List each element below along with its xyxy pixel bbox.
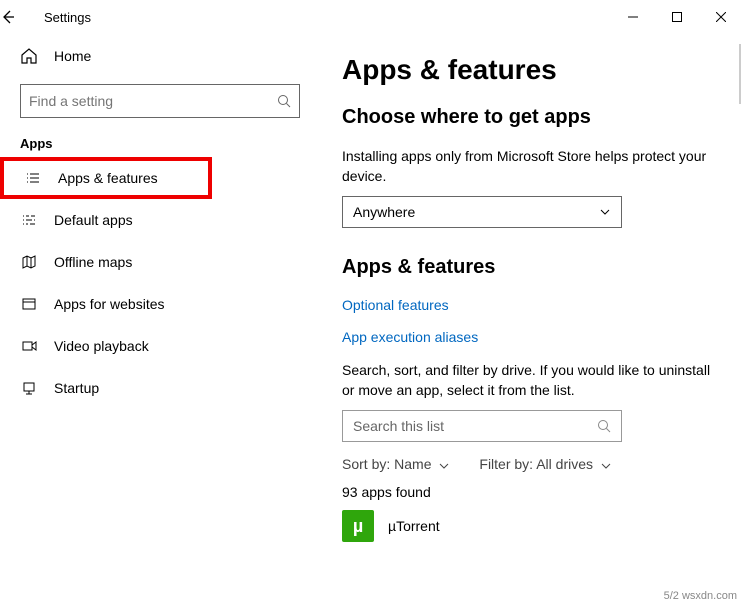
home-icon [20,47,38,65]
page-title: Apps & features [342,54,721,86]
chevron-down-icon [439,461,449,471]
nav-label: Apps for websites [54,296,165,312]
group-header: Apps [0,130,320,157]
scroll-thumb[interactable] [739,44,741,104]
section-choose-apps: Choose where to get apps [342,106,721,129]
nav-label: Apps & features [58,170,158,186]
website-apps-icon [20,296,38,312]
nav-offline-maps[interactable]: Offline maps [0,241,320,283]
app-icon: µ [342,510,374,542]
nav-video-playback[interactable]: Video playback [0,325,320,367]
nav-apps-for-websites[interactable]: Apps for websites [0,283,320,325]
app-list-search-placeholder: Search this list [353,418,597,434]
apps-count: 93 apps found [342,484,721,500]
sort-by[interactable]: Sort by: Name [342,456,449,472]
optional-features-link[interactable]: Optional features [342,297,721,313]
startup-icon [20,380,38,396]
watermark: wsxdn.com [682,590,737,602]
filter-by[interactable]: Filter by: All drives [479,456,611,472]
app-source-select[interactable]: Anywhere [342,196,622,228]
list-icon [24,170,42,186]
chevron-down-icon [601,461,611,471]
app-list-search[interactable]: Search this list [342,410,622,442]
map-icon [20,254,38,270]
nav-label: Video playback [54,338,149,354]
app-exec-aliases-link[interactable]: App execution aliases [342,329,721,345]
sidebar: Home Apps Apps & features Default apps [0,34,320,606]
search-icon [277,94,291,108]
close-button[interactable] [699,0,743,34]
sort-label: Sort by: [342,456,390,472]
main-pane: Apps & features Choose where to get apps… [320,34,743,606]
sort-value: Name [394,456,431,472]
search-icon [597,419,611,433]
settings-search[interactable] [20,84,300,118]
filter-label: Filter by: [479,456,533,472]
defaults-icon [20,212,38,228]
filter-value: All drives [536,456,593,472]
nav-startup[interactable]: Startup [0,367,320,409]
minimize-button[interactable] [611,0,655,34]
nav-default-apps[interactable]: Default apps [0,199,320,241]
nav-label: Startup [54,380,99,396]
home-nav[interactable]: Home [0,36,320,76]
date-fragment: 5/2 [664,590,679,602]
window-title: Settings [44,10,611,25]
scrollbar[interactable] [737,34,743,606]
select-value: Anywhere [353,204,415,220]
maximize-button[interactable] [655,0,699,34]
video-icon [20,338,38,354]
list-desc: Search, sort, and filter by drive. If yo… [342,361,721,400]
app-name: µTorrent [388,518,440,534]
nav-label: Default apps [54,212,133,228]
nav-apps-features[interactable]: Apps & features [0,157,212,199]
nav-label: Offline maps [54,254,132,270]
section-apps-features: Apps & features [342,256,721,279]
app-list-item[interactable]: µ µTorrent [342,510,721,542]
back-button[interactable] [0,9,44,25]
chevron-down-icon [599,206,611,218]
home-label: Home [54,48,91,64]
settings-search-input[interactable] [29,93,277,109]
section-desc: Installing apps only from Microsoft Stor… [342,147,721,186]
